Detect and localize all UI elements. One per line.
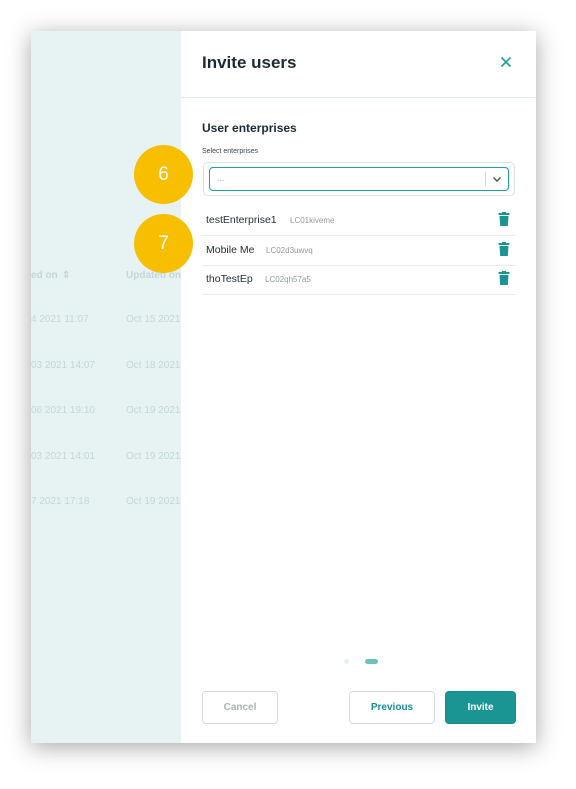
trash-icon[interactable] [498, 212, 510, 227]
dialog-title: Invite users [202, 53, 297, 72]
updated-cell: Oct 19 2021 [126, 496, 181, 507]
step-dot-2-active [365, 659, 378, 664]
enterprise-name: thoTestEp [206, 273, 253, 285]
header-created-on: ed on [31, 270, 58, 281]
enterprise-code: LC02d3uwvq [266, 246, 313, 255]
list-item: Mobile Me LC02d3uwvq [202, 236, 516, 266]
created-cell: 4 2021 11:07 [31, 314, 89, 325]
section-title: User enterprises [202, 121, 297, 135]
close-icon[interactable] [495, 51, 517, 73]
cancel-button[interactable]: Cancel [202, 691, 278, 724]
list-item: testEnterprise1 LC01kiveme [202, 206, 516, 236]
created-cell: 7 2021 17:18 [31, 496, 90, 507]
list-item: thoTestEp LC02qh57a5 [202, 265, 516, 295]
select-enterprises-focus-ring: ... [203, 162, 515, 196]
enterprise-code: LC02qh57a5 [265, 275, 311, 284]
trash-icon[interactable] [498, 242, 510, 257]
header-updated-on: Updated on [126, 270, 181, 281]
invite-users-dialog: Invite users User enterprises Select ent… [181, 31, 536, 743]
trash-icon[interactable] [498, 271, 510, 286]
updated-cell: Oct 19 2021 [126, 405, 181, 416]
enterprise-name: Mobile Me [206, 244, 255, 256]
step-dot-1 [344, 659, 349, 664]
chevron-down-icon[interactable] [491, 172, 503, 186]
select-enterprises-label: Select enterprises [202, 148, 259, 155]
select-placeholder: ... [217, 173, 225, 183]
updated-cell: Oct 18 2021 [126, 360, 181, 371]
select-enterprises-dropdown[interactable]: ... [209, 167, 509, 191]
created-cell: 03 2021 14:01 [31, 451, 95, 462]
header-divider [181, 97, 536, 98]
invite-button[interactable]: Invite [445, 691, 516, 724]
callout-badge-7: 7 [134, 214, 193, 273]
select-separator [485, 172, 486, 186]
enterprise-code: LC01kiveme [290, 216, 335, 225]
created-cell: 03 2021 14:07 [31, 360, 95, 371]
callout-badge-6: 6 [134, 145, 193, 204]
updated-cell: Oct 19 2021 [126, 451, 181, 462]
created-cell: 06 2021 19:10 [31, 405, 95, 416]
background-table: ed on ⇕ Updated on 4 2021 11:07 Oct 15 2… [31, 31, 181, 743]
sort-icon: ⇕ [62, 270, 71, 281]
updated-cell: Oct 15 2021 [126, 314, 181, 325]
previous-button[interactable]: Previous [349, 691, 435, 724]
enterprise-name: testEnterprise1 [206, 214, 277, 226]
